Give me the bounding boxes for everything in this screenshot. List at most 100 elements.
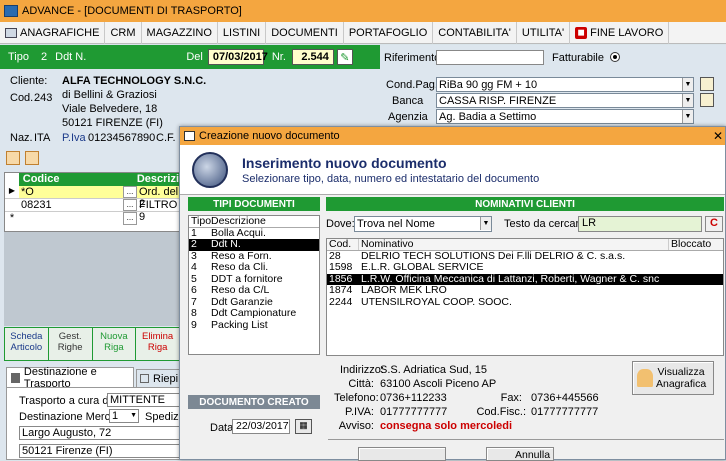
table-row[interactable]: 1598 E.L.R. GLOBAL SERVICE (327, 261, 723, 274)
tipo-number: 8 (191, 307, 197, 319)
list-item[interactable]: 4 Reso da Cli. (189, 261, 319, 274)
list-item[interactable]: 2 Ddt N. (189, 238, 319, 251)
tipo-number: 2 (191, 238, 197, 250)
dest-city-field[interactable]: 50121 Firenze (FI) (19, 444, 181, 458)
close-icon[interactable]: ✕ (713, 129, 723, 143)
piva-value: 01234567890 (88, 132, 156, 144)
nuova-riga-button[interactable]: Nuova Riga (92, 328, 136, 360)
trasporto-field[interactable]: MITTENTE (107, 393, 181, 407)
agenzia-select[interactable]: Ag. Badia a Settimo ▼ (436, 109, 694, 124)
client-rows: 28 DELRIO TECH SOLUTIONS Dei F.lli DELRIO… (327, 250, 723, 309)
menu-listini[interactable]: LISTINI (218, 21, 267, 44)
client-nome: DELRIO TECH SOLUTIONS Dei F.lli DELRIO &… (361, 250, 626, 262)
col-cod: Cod. (327, 239, 359, 250)
search-input[interactable]: LR (578, 216, 702, 232)
client-nome: E.L.R. GLOBAL SERVICE (361, 262, 484, 273)
row-code[interactable]: 08231 (19, 199, 123, 211)
list-item[interactable]: 9 Packing List (189, 319, 319, 332)
menu-crm[interactable]: CRM (105, 21, 142, 44)
fatturabile-radio[interactable] (610, 52, 620, 62)
btn-line: Scheda (10, 331, 43, 342)
nr-label: Nr. (271, 51, 286, 63)
tipo-label: Tipo (8, 51, 29, 63)
table-row[interactable]: 1874 LABOR MEK LRO (327, 284, 723, 297)
row-code[interactable] (19, 212, 123, 225)
dove-select[interactable]: Trova nel Nome ▼ (354, 216, 492, 232)
ellipsis-button[interactable]: ... (123, 212, 137, 225)
riferimento-input[interactable] (436, 50, 544, 65)
stop-icon: ◼ (575, 26, 588, 39)
table-row[interactable]: 08231 ... FILTRO 9 (5, 199, 179, 223)
list-item[interactable]: 8 Ddt Campionature (189, 307, 319, 320)
ellipsis-button[interactable]: ... (123, 186, 137, 198)
row-code[interactable]: *O (19, 186, 123, 198)
list-item[interactable]: 6 Reso da C/L (189, 284, 319, 297)
data-label: Data (210, 422, 234, 434)
menu-portafoglio[interactable]: PORTAFOGLIO (344, 21, 434, 44)
btn-line: Riga (147, 342, 168, 353)
truck-icon (11, 372, 20, 383)
tab-riepilogo[interactable]: Riepi (136, 369, 180, 387)
dest-select[interactable]: 1 ▼ (109, 409, 139, 423)
table-row[interactable]: 2244 UTENSILROYAL COOP. SOOC. (327, 296, 723, 309)
annulla-button[interactable]: Annulla (486, 447, 554, 461)
calendar-button[interactable]: ▦ (295, 419, 312, 434)
data-field[interactable]: 22/03/2017 (232, 419, 290, 434)
row-descr[interactable]: FILTRO 9 (137, 199, 179, 223)
date-field[interactable]: 07/03/2017 (207, 49, 268, 65)
client-cod: 1598 (329, 261, 353, 273)
dialog-title: Creazione nuovo documento (199, 130, 340, 142)
dest-label: Destinazione Merce (19, 411, 117, 423)
scheda-articolo-button[interactable]: Scheda Articolo (5, 328, 48, 360)
dest-address-field[interactable]: Largo Augusto, 72 (19, 426, 181, 440)
clients-list-header: Cod. Nominativo Bloccato (327, 239, 723, 251)
edit-number-button[interactable]: ✎ (336, 49, 353, 65)
menu-label: CRM (110, 26, 136, 39)
menu-label: MAGAZZINO (146, 26, 212, 39)
row-descr[interactable] (137, 212, 179, 225)
menu-anagrafiche[interactable]: ANAGRAFICHE (0, 21, 106, 44)
number-field[interactable]: 2.544 (291, 49, 334, 65)
grid-sort-button[interactable] (25, 151, 39, 165)
gear-icon (192, 152, 228, 188)
btn-line: Anagrafica (656, 378, 707, 390)
list-item[interactable]: 1 Bolla Acqui. (189, 227, 319, 240)
tab-destinazione[interactable]: Destinazione e Trasporto (6, 366, 134, 390)
banca-select[interactable]: CASSA RISP. FIRENZE ▼ (436, 93, 694, 108)
btn-line: Righe (57, 342, 83, 353)
client-nome: LABOR MEK LRO (361, 285, 447, 296)
clear-search-button[interactable]: C (705, 216, 723, 232)
menu-fine-lavoro[interactable]: ◼ FINE LAVORO (570, 21, 670, 44)
table-row[interactable]: * ... (5, 212, 179, 225)
tipo-descr: Reso da Cli. (211, 261, 269, 273)
create-button[interactable] (358, 447, 446, 461)
menu-documenti[interactable]: DOCUMENTI (266, 21, 344, 44)
menu-magazzino[interactable]: MAGAZZINO (142, 21, 218, 44)
grid-tool-button[interactable] (6, 151, 20, 165)
btn-line: Articolo (10, 342, 43, 353)
visualizza-anagrafica-button[interactable]: Visualizza Anagrafica (632, 361, 714, 395)
menu-label: FINE LAVORO (590, 26, 664, 39)
table-row[interactable]: 28 DELRIO TECH SOLUTIONS Dei F.lli DELRIO… (327, 250, 723, 263)
gest-righe-button[interactable]: Gest. Righe (48, 328, 92, 360)
menu-utilita[interactable]: UTILITA' (517, 21, 571, 44)
ellipsis-button[interactable]: ... (123, 199, 137, 211)
col-descr: Descrizi (136, 173, 180, 185)
col-nominativo: Nominativo (359, 239, 669, 250)
avviso-label: Avviso: (338, 420, 374, 432)
condpag-detail-button[interactable] (700, 77, 714, 91)
fax-label: Fax: (500, 392, 522, 404)
condpag-select[interactable]: RiBa 90 gg FM + 10 ▼ (436, 77, 694, 92)
btn-line: Nuova (100, 331, 128, 342)
elimina-riga-button[interactable]: Elimina Riga (136, 328, 179, 360)
row-descr[interactable]: Ord. del 2 (137, 186, 179, 210)
window-title-bar: ADVANCE - [DOCUMENTI DI TRASPORTO] (0, 0, 726, 22)
btn-line: Elimina (142, 331, 174, 342)
del-label: Del (186, 51, 203, 63)
table-row[interactable]: ▶ *O ... Ord. del 2 (5, 186, 179, 210)
menu-contabilita[interactable]: CONTABILITA' (433, 21, 517, 44)
row-marker (5, 199, 19, 211)
table-row[interactable]: 1856 L.R.W. Officina Meccanica di Lattanz… (327, 273, 723, 285)
banca-detail-button[interactable] (700, 93, 714, 107)
piva-value: 01777777777 (380, 406, 448, 418)
